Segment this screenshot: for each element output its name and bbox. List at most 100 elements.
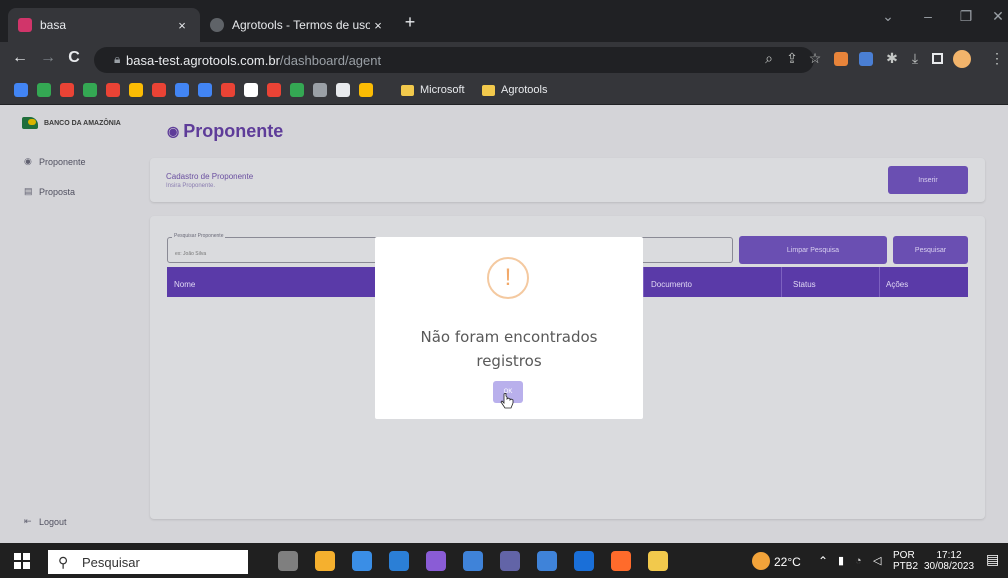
bookmark-label: Microsoft (420, 84, 465, 96)
sidebar-item-proposta[interactable]: ▤ Proposta (24, 186, 75, 197)
logo-text: BANCO DA AMAZÔNIA (44, 119, 121, 127)
puzzle-icon[interactable]: ✱ (883, 50, 901, 67)
extension-icon[interactable] (859, 52, 873, 66)
dialog-message-line1: Não foram encontrados (420, 328, 598, 346)
column-header-nome[interactable]: Nome (174, 280, 195, 289)
folder-icon (401, 84, 414, 96)
page-title-text: Proponente (183, 121, 284, 141)
tab-agrotools[interactable]: Agrotools - Termos de uso × (200, 8, 396, 42)
search-icon: ⚲ (58, 554, 69, 570)
column-header-status[interactable]: Status (793, 280, 816, 289)
profile-icon[interactable] (953, 50, 971, 68)
sidebar-item-proponente[interactable]: ◉ Proponente (24, 156, 86, 167)
taskbar-app-icon[interactable] (352, 551, 372, 571)
notification-icon[interactable]: ▤ (986, 552, 999, 566)
minimize-button[interactable]: – (908, 8, 948, 24)
download-icon[interactable]: ⤓ (906, 50, 924, 67)
logout-link[interactable]: ⇤ Logout (24, 516, 67, 527)
bookmark-folder-agrotools[interactable]: Agrotools (482, 84, 547, 96)
taskbar-app-icon[interactable] (463, 551, 483, 571)
hand-cursor-icon (500, 393, 514, 409)
bookmark-favicon-icon[interactable] (83, 83, 97, 97)
bookmark-favicon-icon[interactable] (14, 83, 28, 97)
bookmark-favicon-icon[interactable] (244, 83, 258, 97)
tab-search-icon[interactable]: ⌄ (868, 8, 908, 25)
taskbar-app-icon[interactable] (611, 551, 631, 571)
taskbar-app-icon[interactable] (315, 551, 335, 571)
bookmark-favicon-icon[interactable] (129, 83, 143, 97)
taskbar-app-icon[interactable] (500, 551, 520, 571)
clock-time: 17:12 (936, 550, 962, 561)
search-button[interactable]: Pesquisar (893, 236, 968, 264)
star-icon[interactable]: ☆ (806, 50, 824, 67)
network-icon[interactable]: ▮ (838, 556, 844, 567)
bookmark-favicon-icon[interactable] (37, 83, 51, 97)
taskbar-app-icon[interactable] (537, 551, 557, 571)
column-divider (643, 267, 644, 297)
zoom-icon[interactable]: ⌕ (760, 50, 778, 67)
forward-button[interactable]: → (38, 49, 58, 67)
page-title: ◉ Proponente (167, 121, 283, 142)
bookmark-favicon-icon[interactable] (267, 83, 281, 97)
taskbar-search-box[interactable]: Pesquisar (48, 550, 248, 574)
wifi-icon[interactable]: ◔ (855, 556, 862, 567)
column-divider (879, 267, 880, 297)
dialog-message-line2: registros (476, 352, 542, 370)
insert-button[interactable]: Inserir (888, 166, 968, 194)
bookmark-favicon-icon[interactable] (221, 83, 235, 97)
globe-icon (210, 18, 224, 32)
windows-start-icon[interactable] (14, 553, 30, 569)
lock-icon: 🔒︎ (114, 52, 121, 66)
bookmark-favicon-icon[interactable] (175, 83, 189, 97)
sidebar-item-label: Proponente (39, 156, 86, 167)
bookmark-favicon-icon[interactable] (198, 83, 212, 97)
search-label: Pesquisar Proponente (172, 233, 226, 239)
bookmark-favicon-icon[interactable] (336, 83, 350, 97)
taskbar-search-placeholder: Pesquisar (82, 554, 140, 570)
weather-temp[interactable]: 22°C (774, 556, 801, 568)
taskbar-app-icon[interactable] (648, 551, 668, 571)
language-line2: PTB2 (893, 561, 919, 572)
language-indicator[interactable]: POR PTB2 (893, 550, 919, 572)
column-header-documento[interactable]: Documento (651, 280, 692, 289)
reload-button[interactable]: C (64, 49, 84, 67)
taskbar-app-icon[interactable] (426, 551, 446, 571)
document-icon: ▤ (24, 186, 33, 196)
bookmark-favicon-icon[interactable] (106, 83, 120, 97)
logout-label: Logout (39, 516, 67, 527)
bookmark-favicon-icon[interactable] (359, 83, 373, 97)
tab-basa[interactable]: basa × (8, 8, 200, 42)
chevron-up-icon[interactable]: ⌃ (818, 555, 828, 567)
url-host: basa-test.agrotools.com.br (126, 53, 280, 68)
taskbar-app-icon[interactable] (278, 551, 298, 571)
taskbar-app-icon[interactable] (574, 551, 594, 571)
url-text[interactable]: basa-test.agrotools.com.br/dashboard/age… (126, 53, 381, 68)
bookmark-favicon-icon[interactable] (313, 83, 327, 97)
tab-title: basa (40, 18, 67, 32)
sidepanel-icon[interactable] (932, 53, 943, 64)
extension-icon[interactable] (834, 52, 848, 66)
tab-close-icon[interactable]: × (174, 18, 190, 33)
volume-icon[interactable]: ◁ (873, 556, 881, 567)
new-tab-button[interactable]: + (398, 12, 422, 33)
warning-icon: ! (487, 257, 529, 299)
bookmark-folder-microsoft[interactable]: Microsoft (401, 84, 465, 96)
logout-icon: ⇤ (24, 516, 32, 526)
clear-search-button[interactable]: Limpar Pesquisa (739, 236, 887, 264)
bookmark-label: Agrotools (501, 84, 548, 96)
language-line1: POR (893, 550, 915, 561)
column-header-acoes[interactable]: Ações (886, 280, 908, 289)
bookmark-favicon-icon[interactable] (290, 83, 304, 97)
menu-icon[interactable]: ⋮ (990, 50, 1004, 67)
back-button[interactable]: ← (10, 49, 30, 67)
clock[interactable]: 17:12 30/08/2023 (920, 550, 978, 572)
tab-close-icon[interactable]: × (370, 18, 386, 33)
radio-icon: ◉ (24, 156, 32, 166)
bookmark-favicon-icon[interactable] (152, 83, 166, 97)
close-window-button[interactable]: ✕ (978, 8, 1008, 25)
taskbar-app-icon[interactable] (389, 551, 409, 571)
share-icon[interactable]: ⇪ (783, 50, 801, 67)
bookmark-favicon-icon[interactable] (60, 83, 74, 97)
tab-title: Agrotools - Termos de uso (232, 18, 370, 32)
radio-icon: ◉ (167, 123, 180, 139)
